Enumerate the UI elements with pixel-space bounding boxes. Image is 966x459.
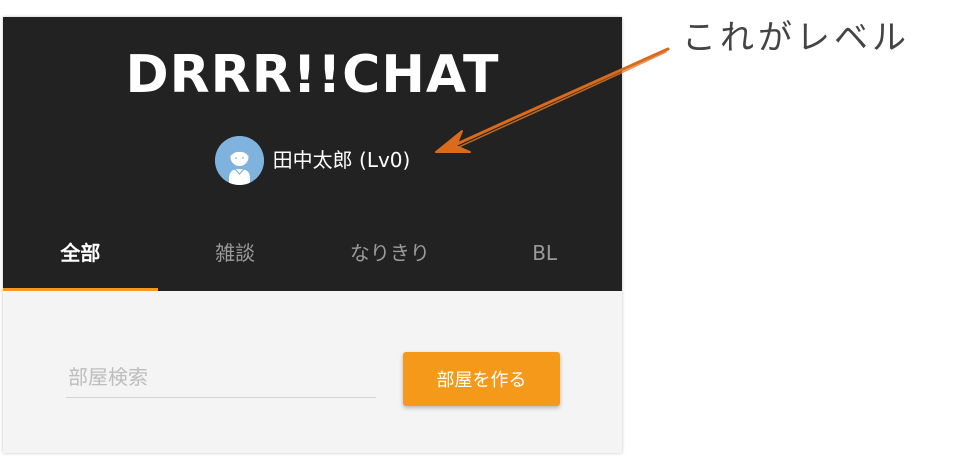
tab-bl[interactable]: BL (467, 225, 622, 291)
tab-roleplay[interactable]: なりきり (313, 225, 468, 291)
user-name-level: 田中太郎 (Lv0) (272, 148, 411, 172)
chat-app-window: DRRR!!CHAT 田中太郎 (Lv0) 全部 雑談 なりきり BL 部屋検索… (3, 17, 622, 453)
screenshot-stage: DRRR!!CHAT 田中太郎 (Lv0) 全部 雑談 なりきり BL 部屋検索… (0, 0, 966, 459)
user-profile[interactable]: 田中太郎 (Lv0) (3, 134, 622, 186)
room-controls: 部屋を作る (3, 291, 622, 453)
room-search-input[interactable] (66, 357, 376, 398)
tab-chat[interactable]: 雑談 (158, 225, 313, 291)
category-tabs: 全部 雑談 なりきり BL (3, 225, 622, 291)
app-header: DRRR!!CHAT 田中太郎 (Lv0) 全部 雑談 なりきり BL (3, 17, 622, 291)
default-user-avatar-icon (214, 135, 264, 185)
annotation-label: これがレベル (682, 18, 910, 58)
app-logo: DRRR!!CHAT (125, 45, 500, 105)
create-room-button[interactable]: 部屋を作る (403, 352, 560, 406)
tab-all[interactable]: 全部 (3, 225, 158, 291)
